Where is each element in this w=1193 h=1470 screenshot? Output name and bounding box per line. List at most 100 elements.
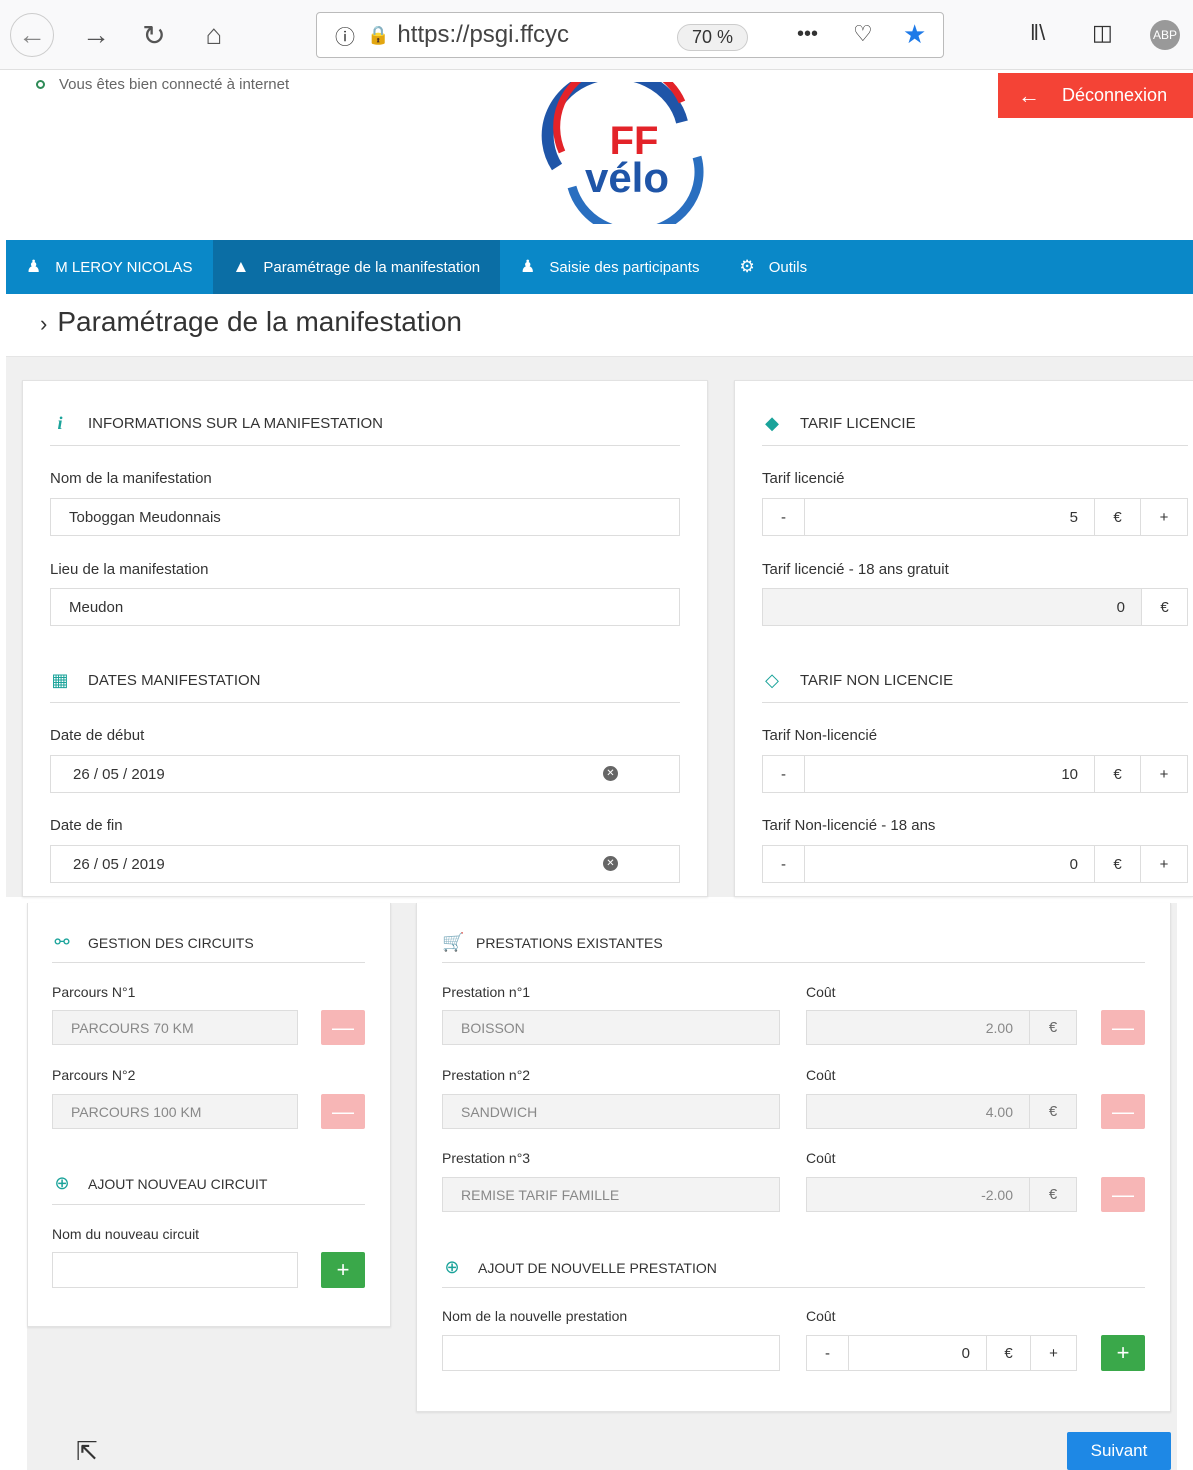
- nom-manifestation-input[interactable]: Toboggan Meudonnais: [50, 498, 680, 536]
- divider: [442, 1287, 1145, 1288]
- tarif-non-licencie-18-label: Tarif Non-licencié - 18 ans: [762, 817, 936, 834]
- cout-label: Coût: [806, 1150, 836, 1166]
- prestation-cost-input: 2.00: [806, 1010, 1030, 1045]
- prestations-section-title: 🛒 PRESTATIONS EXISTANTES: [442, 932, 663, 952]
- arrow-left-icon: ←: [1018, 82, 1040, 108]
- tarif-non-licencie-title: ◇ TARIF NON LICENCIE: [762, 670, 953, 691]
- divider: [50, 445, 680, 446]
- lock-icon: 🔒: [367, 24, 390, 45]
- tarif-licencie-18-label: Tarif licencié - 18 ans gratuit: [762, 561, 949, 578]
- user-add-icon: ♟: [520, 257, 536, 276]
- browser-toolbar: ← → ↻ ⌂ ⓘ 🔒 https://psgi.ffcyc 70 % ••• …: [0, 0, 1193, 70]
- url-bar[interactable]: ⓘ 🔒 https://psgi.ffcyc 70 % ••• ♡ ★: [316, 12, 944, 58]
- user-icon: ♟: [26, 257, 42, 276]
- cout-label: Coût: [806, 1067, 836, 1083]
- info-icon[interactable]: ⓘ: [335, 21, 355, 50]
- pocket-icon[interactable]: ♡: [853, 21, 873, 47]
- euro-addon: €: [1094, 498, 1141, 536]
- plus-circle-icon: ⊕: [444, 1257, 460, 1277]
- cout-label: Coût: [806, 1308, 836, 1324]
- bicycle-icon: ⚯: [54, 932, 70, 952]
- page-actions-icon[interactable]: •••: [797, 23, 818, 46]
- prestation-input: BOISSON: [442, 1010, 780, 1045]
- decrement-button[interactable]: -: [762, 845, 805, 883]
- remove-prestation-button[interactable]: —: [1101, 1094, 1145, 1129]
- new-circuit-input[interactable]: [52, 1252, 298, 1288]
- adblock-icon[interactable]: ABP: [1150, 20, 1180, 50]
- clear-date-icon[interactable]: ✕: [603, 856, 618, 871]
- increment-button[interactable]: +: [1140, 845, 1188, 883]
- cout-label: Coût: [806, 984, 836, 1000]
- tarif-non-licencie-input[interactable]: 10: [804, 755, 1095, 793]
- logout-button[interactable]: ← Déconnexion: [998, 73, 1193, 118]
- circuits-section-title: ⚯ GESTION DES CIRCUITS: [52, 932, 253, 953]
- remove-parcours-button[interactable]: —: [321, 1094, 365, 1129]
- parcours-label: Parcours N°2: [52, 1067, 136, 1083]
- forward-icon[interactable]: →: [74, 13, 118, 57]
- page-title: › Paramétrage de la manifestation: [40, 306, 463, 337]
- clear-date-icon[interactable]: ✕: [603, 766, 618, 781]
- prestation-input: SANDWICH: [442, 1094, 780, 1129]
- date-fin-input[interactable]: 26 / 05 / 2019: [50, 845, 680, 883]
- date-debut-input[interactable]: 26 / 05 / 2019: [50, 755, 680, 793]
- parcours-input: PARCOURS 100 KM: [52, 1094, 298, 1129]
- status-dot-icon: [36, 80, 45, 89]
- home-icon[interactable]: ⌂: [192, 13, 236, 57]
- divider: [50, 702, 680, 703]
- url-text[interactable]: https://psgi.ffcyc: [397, 21, 597, 49]
- back-icon[interactable]: ←: [10, 13, 54, 57]
- increment-button[interactable]: +: [1140, 755, 1188, 793]
- euro-addon: €: [1094, 755, 1141, 793]
- prestation-cost-input: 4.00: [806, 1094, 1030, 1129]
- nom-label: Nom de la manifestation: [50, 470, 212, 487]
- divider: [52, 962, 365, 963]
- parcours-input: PARCOURS 70 KM: [52, 1010, 298, 1045]
- remove-prestation-button[interactable]: —: [1101, 1177, 1145, 1212]
- bookmark-star-icon[interactable]: ★: [903, 19, 926, 50]
- road-icon: ▲: [232, 257, 250, 276]
- decrement-button[interactable]: -: [762, 755, 805, 793]
- new-prestation-cost-input[interactable]: 0: [848, 1335, 987, 1371]
- next-button[interactable]: Suivant: [1067, 1432, 1171, 1470]
- info-section-title: i INFORMATIONS SUR LA MANIFESTATION: [50, 413, 383, 434]
- tarif-licencie-input[interactable]: 5: [804, 498, 1095, 536]
- euro-addon: €: [1029, 1094, 1077, 1129]
- tarif-non-licencie-18-input[interactable]: 0: [804, 845, 1095, 883]
- add-prestation-button[interactable]: +: [1101, 1335, 1145, 1371]
- add-circuit-button[interactable]: +: [321, 1252, 365, 1288]
- tarif-licencie-18-input: 0: [762, 588, 1142, 626]
- lieu-label: Lieu de la manifestation: [50, 561, 209, 578]
- add-circuit-title: ⊕ AJOUT NOUVEAU CIRCUIT: [52, 1173, 267, 1194]
- mouse-cursor-icon: ⇱: [76, 1436, 98, 1466]
- cart-icon: 🛒: [442, 932, 465, 952]
- prestation-input: REMISE TARIF FAMILLE: [442, 1177, 780, 1212]
- euro-addon: €: [1029, 1010, 1077, 1045]
- divider: [442, 962, 1145, 963]
- svg-text:vélo: vélo: [585, 154, 669, 201]
- prestation-label: Prestation n°2: [442, 1067, 531, 1083]
- dates-section-title: ▦ DATES MANIFESTATION: [51, 670, 261, 690]
- sidebar-icon[interactable]: ◫: [1092, 20, 1113, 46]
- nav-saisie[interactable]: ♟ Saisie des participants: [500, 240, 719, 294]
- prestation-label: Prestation n°1: [442, 984, 531, 1000]
- new-prestation-input[interactable]: [442, 1335, 780, 1371]
- nav-user[interactable]: ♟ M LEROY NICOLAS: [6, 240, 213, 294]
- reload-icon[interactable]: ↻: [132, 13, 176, 57]
- zoom-level[interactable]: 70 %: [677, 24, 749, 51]
- gear-icon: ⚙: [739, 257, 755, 276]
- remove-prestation-button[interactable]: —: [1101, 1010, 1145, 1045]
- decrement-button[interactable]: -: [806, 1335, 849, 1371]
- increment-button[interactable]: +: [1030, 1335, 1077, 1371]
- euro-addon: €: [986, 1335, 1031, 1371]
- increment-button[interactable]: +: [1140, 498, 1188, 536]
- lieu-manifestation-input[interactable]: Meudon: [50, 588, 680, 626]
- library-icon[interactable]: ‖\: [1030, 20, 1045, 46]
- decrement-button[interactable]: -: [762, 498, 805, 536]
- info-card: [22, 380, 708, 897]
- date-fin-label: Date de fin: [50, 817, 123, 834]
- prestation-cost-input: -2.00: [806, 1177, 1030, 1212]
- nav-parametrage[interactable]: ▲ Paramétrage de la manifestation: [212, 240, 501, 294]
- nav-outils[interactable]: ⚙ Outils: [719, 240, 827, 294]
- remove-parcours-button[interactable]: —: [321, 1010, 365, 1045]
- divider: [762, 702, 1188, 703]
